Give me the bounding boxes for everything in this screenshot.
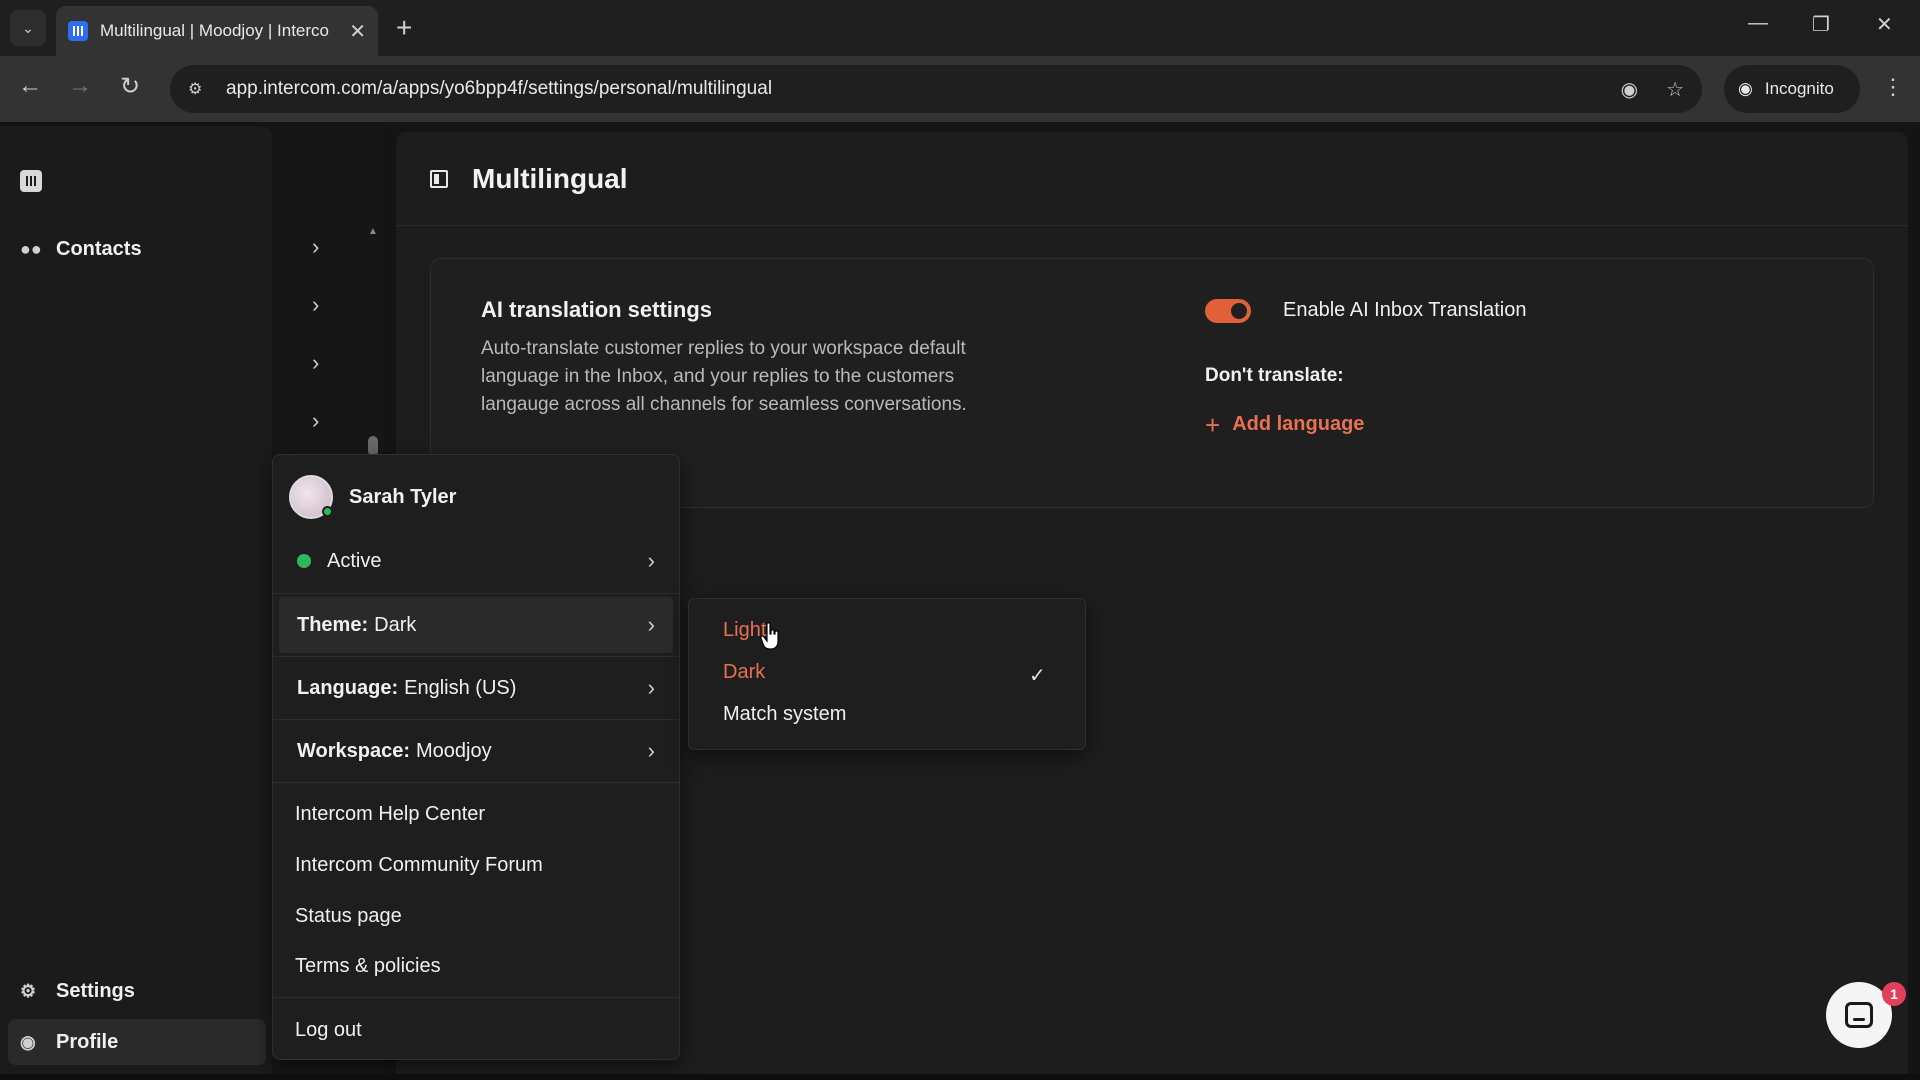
workspace-menu-item[interactable]: Workspace: Moodjoy › [279, 723, 673, 779]
profile-menu: Sarah Tyler Active › Theme: Dark › Langu… [272, 454, 680, 1060]
nav-item-contacts[interactable]: ●● Contacts [8, 226, 266, 272]
card-heading: AI translation settings [481, 297, 713, 322]
close-window-icon[interactable]: ✕ [1876, 12, 1893, 37]
theme-submenu: Light Dark ✓ Match system [688, 598, 1086, 750]
chevron-right-icon: › [647, 675, 655, 700]
bottom-edge [0, 1074, 1920, 1080]
incognito-label: Incognito [1764, 79, 1834, 98]
browser-tab-bar: ⌄ Multilingual | Moodjoy | Interco ✕ + —… [0, 0, 1920, 56]
profile-header: Sarah Tyler [289, 475, 456, 519]
subnav-scrollbar[interactable]: ▲ [367, 226, 379, 456]
incognito-icon: ◉ [1738, 79, 1753, 98]
chevron-right-icon: › [647, 548, 655, 573]
nav-item-label: Contacts [56, 237, 142, 260]
bookmark-star-icon[interactable]: ☆ [1666, 77, 1684, 102]
tab-search-button[interactable]: ⌄ [10, 10, 46, 46]
plus-icon: + [1205, 409, 1221, 440]
chevron-right-icon: › [647, 738, 655, 763]
notification-badge: 1 [1882, 982, 1906, 1006]
logout-button[interactable]: Log out [295, 1019, 362, 1042]
reload-icon[interactable]: ↻ [120, 72, 140, 101]
nav-item-label: Profile [56, 1030, 119, 1053]
dont-translate-label: Don't translate: [1205, 365, 1344, 386]
new-tab-button[interactable]: + [396, 12, 412, 44]
theme-key: Theme: [297, 613, 369, 636]
chevron-right-icon[interactable]: › [312, 292, 319, 318]
chat-bubble-icon [1845, 1002, 1873, 1028]
active-status-dot [297, 554, 311, 568]
status-menu-item[interactable]: Active › [279, 533, 673, 589]
chevron-down-icon: ⌄ [22, 19, 34, 36]
card-description: Auto-translate customer replies to your … [481, 338, 967, 415]
theme-value: Dark [374, 613, 417, 636]
online-status-dot [322, 506, 333, 517]
profile-avatar-icon: ◉ [20, 1031, 36, 1052]
forward-icon[interactable]: → [68, 72, 92, 100]
page-title: Multilingual [472, 162, 628, 194]
add-language-button[interactable]: + Add language [1205, 409, 1365, 440]
incognito-indicator[interactable]: ◉ Incognito [1724, 65, 1860, 113]
divider [273, 593, 679, 594]
hand-cursor-icon [760, 622, 779, 650]
toggle-sidebar-icon[interactable] [430, 169, 448, 188]
minimize-icon[interactable]: — [1748, 12, 1768, 35]
divider [273, 719, 679, 720]
divider [273, 997, 679, 998]
status-page-link[interactable]: Status page [295, 905, 402, 928]
browser-menu-icon[interactable]: ⋮ [1882, 74, 1904, 100]
scrollbar-thumb[interactable] [368, 436, 378, 456]
page-header: Multilingual [396, 132, 1908, 226]
nav-item-settings[interactable]: ⚙ Settings [8, 968, 266, 1014]
status-label: Active [327, 549, 382, 572]
avatar [289, 475, 333, 519]
chevron-right-icon: › [647, 612, 655, 637]
workspace-key: Workspace: [297, 739, 411, 762]
terms-policies-link[interactable]: Terms & policies [295, 955, 441, 978]
language-menu-item[interactable]: Language: English (US) › [279, 660, 673, 716]
divider [273, 782, 679, 783]
scroll-up-icon[interactable]: ▲ [368, 226, 378, 237]
add-language-label: Add language [1232, 413, 1365, 435]
restore-icon[interactable]: ❐ [1812, 12, 1830, 37]
address-bar[interactable]: ⚙ app.intercom.com/a/apps/yo6bpp4f/setti… [170, 65, 1702, 113]
browser-tab[interactable]: Multilingual | Moodjoy | Interco ✕ [56, 6, 378, 56]
nav-item-profile[interactable]: ◉ Profile [8, 1019, 266, 1065]
chevron-right-icon[interactable]: › [312, 408, 319, 434]
gear-icon: ⚙ [20, 980, 37, 1001]
ai-translation-toggle[interactable] [1205, 299, 1251, 323]
toggle-label: Enable AI Inbox Translation [1283, 299, 1527, 321]
nav-item-label: Settings [56, 979, 135, 1002]
browser-toolbar: ← → ↻ ⚙ app.intercom.com/a/apps/yo6bpp4f… [0, 56, 1920, 122]
chevron-right-icon[interactable]: › [312, 350, 319, 376]
url-text: app.intercom.com/a/apps/yo6bpp4f/setting… [226, 78, 773, 99]
back-icon[interactable]: ← [18, 72, 42, 100]
chevron-right-icon[interactable]: › [312, 234, 319, 260]
divider [273, 656, 679, 657]
help-center-link[interactable]: Intercom Help Center [295, 803, 485, 826]
theme-menu-item[interactable]: Theme: Dark › [279, 597, 673, 653]
tab-title: Multilingual | Moodjoy | Interco [100, 21, 329, 40]
workspace-value: Moodjoy [416, 739, 492, 762]
language-value: English (US) [404, 676, 517, 699]
community-forum-link[interactable]: Intercom Community Forum [295, 854, 543, 877]
left-navigation: ●● Contacts ⚙ Settings ◉ Profile [0, 126, 272, 1080]
user-name: Sarah Tyler [349, 485, 457, 508]
site-settings-icon[interactable]: ⚙ [188, 79, 210, 99]
checkmark-icon: ✓ [1029, 665, 1046, 687]
language-key: Language: [297, 676, 399, 699]
intercom-favicon-icon [68, 21, 88, 41]
theme-option-dark[interactable]: Dark [723, 661, 765, 684]
eye-off-icon[interactable]: ◉ [1621, 77, 1638, 102]
intercom-logo-icon[interactable] [20, 170, 42, 192]
close-tab-icon[interactable]: ✕ [349, 19, 366, 44]
theme-option-match-system[interactable]: Match system [723, 703, 846, 726]
contacts-icon: ●● [20, 238, 42, 259]
